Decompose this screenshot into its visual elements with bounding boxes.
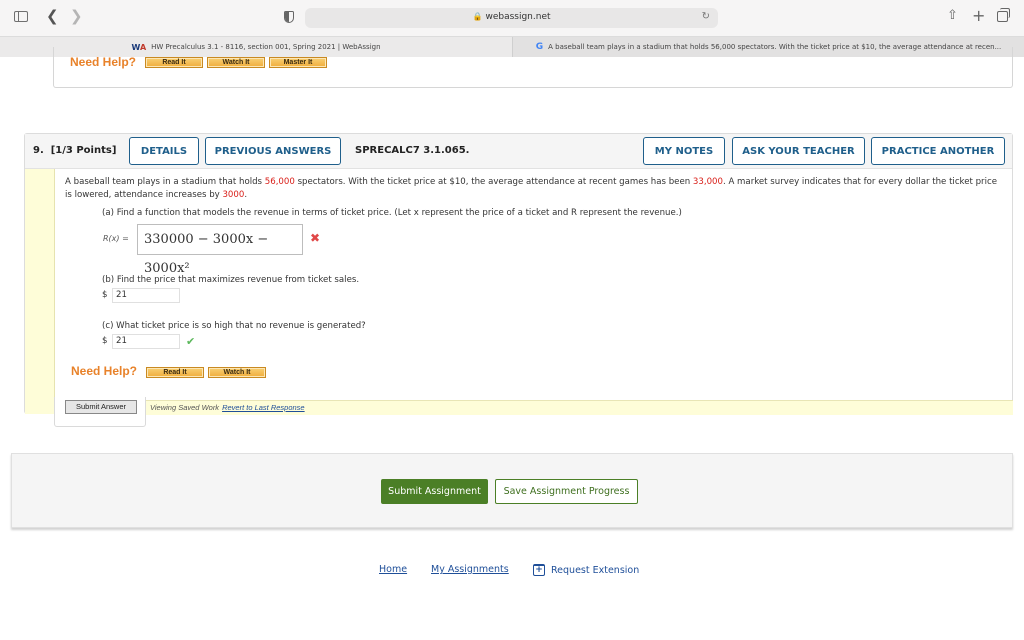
page-content: Need Help? Read It Watch It Master It 9.… — [0, 47, 1024, 640]
lock-icon: 🔒 — [472, 12, 483, 21]
my-notes-button[interactable]: MY NOTES — [643, 137, 725, 165]
incorrect-x-icon: ✖ — [310, 231, 321, 245]
back-icon[interactable]: ❮ — [46, 9, 59, 24]
read-it-button[interactable]: Read It — [145, 57, 203, 68]
watch-it-button[interactable]: Watch It — [207, 57, 265, 68]
browser-toolbar: ❮ ❯ 🔒 webassign.net ↻ ⇧ + — [0, 0, 1024, 36]
tab-overview-icon[interactable] — [997, 8, 1010, 22]
watch-it-button[interactable]: Watch It — [208, 367, 266, 378]
details-button[interactable]: DETAILS — [129, 137, 199, 165]
part-b-currency: $ — [102, 290, 108, 300]
need-help-label: Need Help? — [70, 55, 137, 69]
my-assignments-link[interactable]: My Assignments — [431, 564, 509, 575]
assignment-actions: Submit Assignment Save Assignment Progre… — [11, 453, 1013, 528]
submit-answer-wrapper: Submit Answer — [54, 397, 146, 427]
url-text: webassign.net — [485, 12, 551, 22]
new-tab-icon[interactable]: + — [972, 8, 985, 24]
home-link[interactable]: Home — [379, 564, 407, 575]
question-status-strip — [25, 169, 55, 414]
request-extension-link[interactable]: + Request Extension — [533, 564, 639, 576]
ask-your-teacher-button[interactable]: ASK YOUR TEACHER — [732, 137, 865, 165]
previous-answers-button[interactable]: PREVIOUS ANSWERS — [205, 137, 341, 165]
share-icon[interactable]: ⇧ — [947, 9, 958, 22]
address-bar[interactable]: 🔒 webassign.net ↻ — [305, 8, 718, 28]
privacy-shield-icon[interactable] — [284, 11, 294, 23]
save-assignment-progress-button[interactable]: Save Assignment Progress — [495, 479, 638, 504]
part-b-prompt: (b) Find the price that maximizes revenu… — [102, 275, 360, 285]
question-text: A baseball team plays in a stadium that … — [65, 177, 997, 200]
request-extension-label: Request Extension — [551, 564, 640, 576]
saved-work-bar: Viewing Saved Work Revert to Last Respons… — [146, 400, 1013, 415]
part-a-answer-field[interactable]: 330000 − 3000x − 3000x² — [137, 224, 303, 276]
saved-work-text: Viewing Saved Work — [150, 403, 220, 412]
master-it-button[interactable]: Master It — [269, 57, 327, 68]
correct-check-icon: ✔ — [186, 335, 196, 348]
forward-icon[interactable]: ❯ — [70, 9, 83, 24]
question-card: 9. [1/3 Points] DETAILS PREVIOUS ANSWERS… — [24, 133, 1013, 415]
part-b-answer-field[interactable]: 21 — [112, 288, 180, 303]
calendar-plus-icon: + — [533, 564, 545, 576]
part-c-answer-field[interactable]: 21 — [112, 334, 180, 349]
submit-assignment-button[interactable]: Submit Assignment — [381, 479, 488, 504]
need-help-label: Need Help? — [71, 364, 138, 378]
question-number: 9. [1/3 Points] — [33, 145, 117, 156]
practice-another-button[interactable]: PRACTICE ANOTHER — [871, 137, 1005, 165]
part-a-prompt: (a) Find a function that models the reve… — [102, 208, 682, 218]
rx-label: R(x) = — [103, 234, 129, 243]
reload-icon[interactable]: ↻ — [702, 11, 710, 22]
part-c-prompt: (c) What ticket price is so high that no… — [102, 321, 366, 331]
sidebar-toggle-icon[interactable] — [14, 11, 28, 22]
read-it-button[interactable]: Read It — [146, 367, 204, 378]
revert-link[interactable]: Revert to Last Response — [222, 403, 305, 412]
question-code: SPRECALC7 3.1.065. — [355, 145, 470, 156]
part-c-currency: $ — [102, 336, 108, 346]
submit-answer-button[interactable]: Submit Answer — [65, 400, 137, 414]
question-header: 9. [1/3 Points] DETAILS PREVIOUS ANSWERS… — [25, 134, 1012, 169]
